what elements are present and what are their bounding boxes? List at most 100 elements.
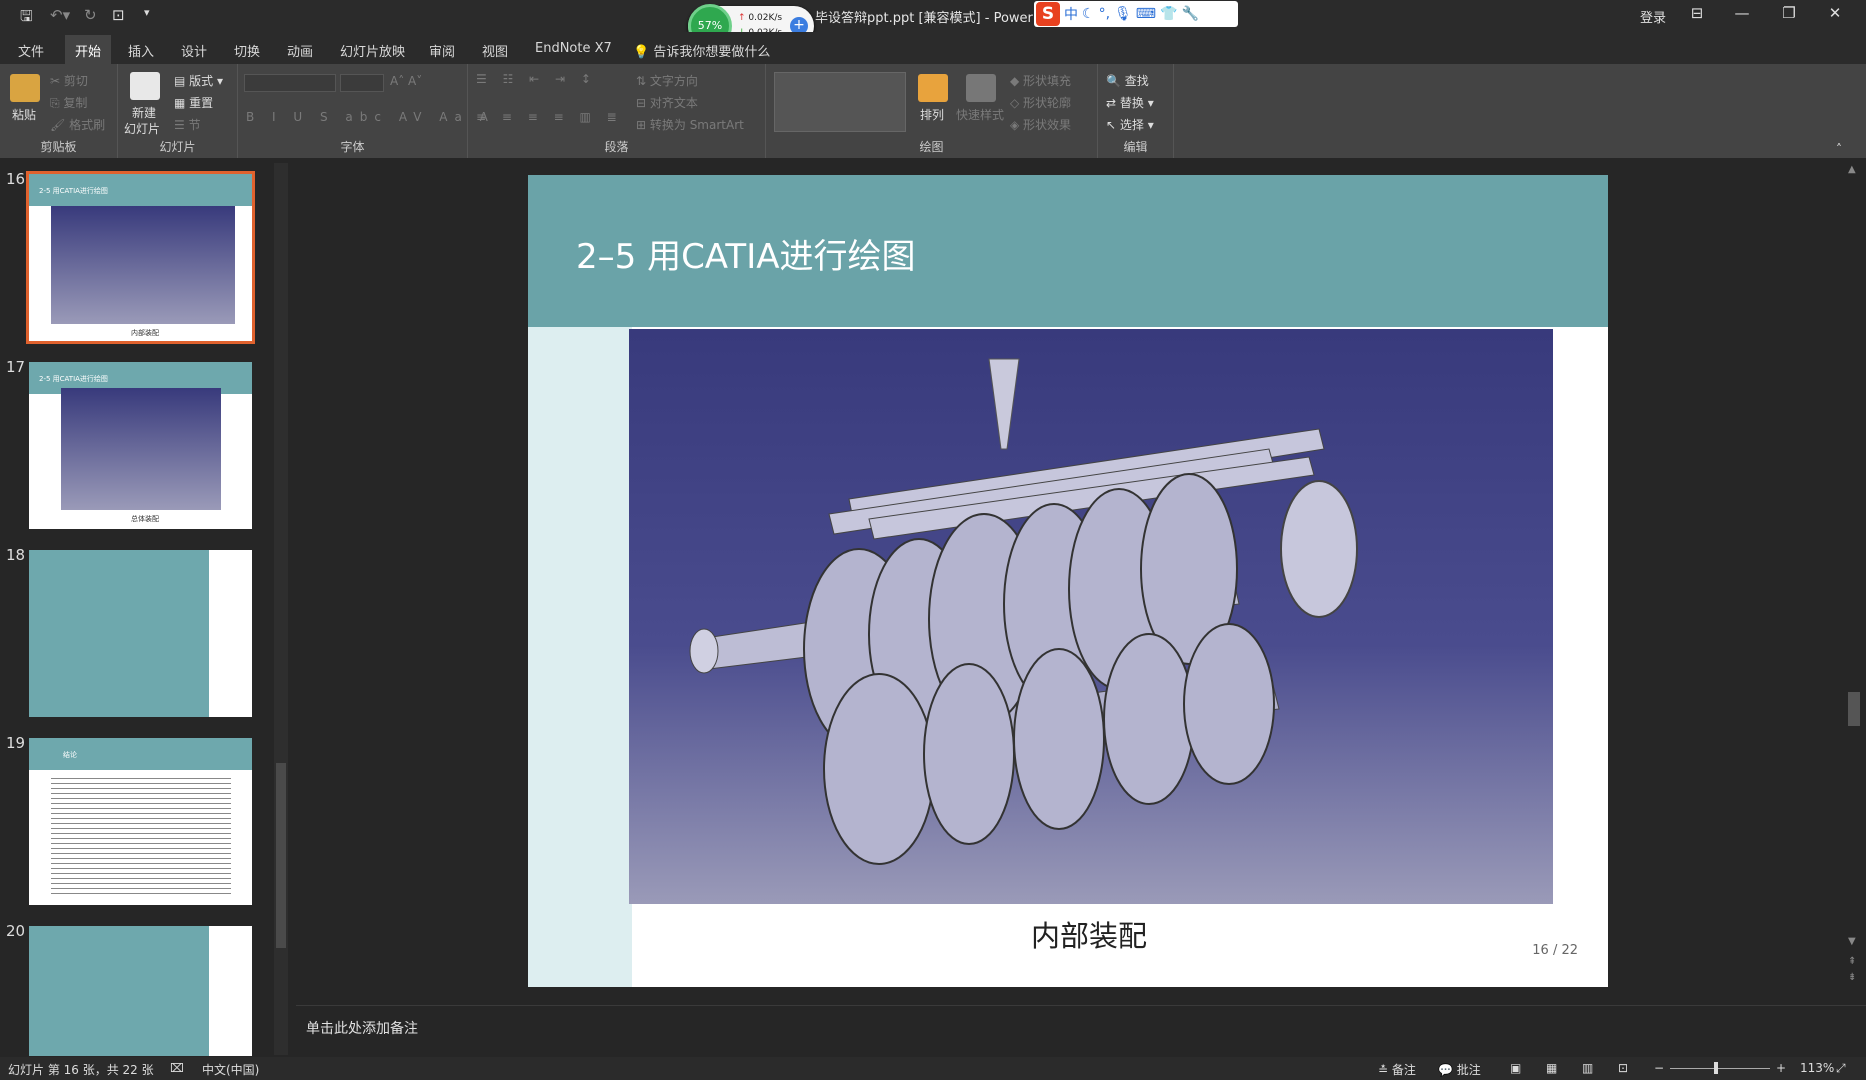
normal-view-icon[interactable]: ▣ — [1510, 1061, 1521, 1075]
thumbnail-slide-17[interactable]: 2-5 用CATIA进行绘图 总体装配 — [29, 362, 252, 529]
quick-styles-icon[interactable] — [966, 74, 996, 102]
comments-toggle-button[interactable]: 💬 批注 — [1438, 1061, 1481, 1078]
thumb-image — [61, 388, 221, 510]
redo-icon[interactable]: ↻ — [84, 6, 97, 24]
tab-animations[interactable]: 动画 — [287, 41, 313, 60]
slide-caption[interactable]: 内部装配 — [528, 913, 1608, 955]
align-text-button[interactable]: ⊟ 对齐文本 — [636, 94, 698, 111]
slide-scrollbar[interactable]: ▲ ▼ ⇞ ⇟ — [1844, 160, 1866, 994]
font-size-select[interactable] — [340, 74, 384, 92]
copy-button[interactable]: ⎘ 复制 — [50, 94, 87, 111]
ime-skin-icon[interactable]: 👕 — [1160, 6, 1177, 22]
cut-button[interactable]: ✂ 剪切 — [50, 72, 88, 89]
scroll-up-icon[interactable]: ▲ — [1848, 164, 1856, 175]
restore-icon[interactable]: ❐ — [1774, 4, 1804, 22]
language-status[interactable]: 中文(中国) — [202, 1061, 259, 1078]
ime-tools-icon[interactable]: 🔧 — [1181, 6, 1198, 22]
tab-home[interactable]: 开始 — [65, 35, 112, 64]
ime-mode-label[interactable]: 中 — [1064, 4, 1078, 24]
arrange-button[interactable]: 排列 — [920, 106, 944, 123]
notes-pane[interactable]: 单击此处添加备注 — [296, 1005, 1866, 1057]
close-icon[interactable]: ✕ — [1820, 4, 1850, 22]
scrollbar-thumb[interactable] — [1848, 692, 1860, 726]
paste-button[interactable]: 粘贴 — [12, 106, 36, 123]
reading-view-icon[interactable]: ▥ — [1582, 1061, 1593, 1075]
font-grow-shrink-icon[interactable]: A˄ A˅ — [390, 74, 422, 88]
next-slide-icon[interactable]: ⇟ — [1848, 972, 1856, 983]
ime-halfwidth-icon[interactable]: ☾ — [1082, 6, 1095, 22]
previous-slide-icon[interactable]: ⇞ — [1848, 956, 1856, 967]
thumbnail-slide-20[interactable] — [29, 926, 252, 1056]
format-painter-button[interactable]: 🖌 格式刷 — [50, 116, 105, 133]
status-bar: 幻灯片 第 16 张，共 22 张 ⌧ 中文(中国) ≛ 备注 💬 批注 ▣ ▦… — [0, 1057, 1866, 1080]
select-button[interactable]: ↖ 选择 ▾ — [1106, 116, 1154, 133]
replace-button[interactable]: ⇄ 替换 ▾ — [1106, 94, 1154, 111]
layout-button[interactable]: ▤ 版式 ▾ — [174, 72, 223, 89]
align-buttons[interactable]: ≡ ≡ ≡ ≡ ▥ ≣ — [476, 110, 623, 124]
list-buttons[interactable]: ☰ ☷ ⇤ ⇥ ↕ — [476, 72, 597, 86]
sogou-logo-icon[interactable]: S — [1036, 2, 1060, 26]
quick-styles-button[interactable]: 快速样式 — [956, 106, 1004, 123]
fit-to-window-icon[interactable]: ⤢ — [1836, 1061, 1846, 1076]
slide-sorter-view-icon[interactable]: ▦ — [1546, 1061, 1557, 1075]
shape-fill-button[interactable]: ◆ 形状填充 — [1010, 72, 1071, 89]
thumb-number: 20 — [6, 922, 26, 940]
notes-toggle-button[interactable]: ≛ 备注 — [1378, 1061, 1416, 1078]
arrange-icon[interactable] — [918, 74, 948, 102]
zoom-slider-thumb[interactable] — [1714, 1062, 1718, 1074]
thumbnail-slide-19[interactable]: 结论 — [29, 738, 252, 905]
shape-outline-button[interactable]: ◇ 形状轮廓 — [1010, 94, 1071, 111]
section-button[interactable]: ☰ 节 — [174, 116, 201, 133]
minimize-icon[interactable]: — — [1727, 4, 1757, 22]
ribbon-display-icon[interactable]: ⊟ — [1682, 4, 1712, 22]
font-name-select[interactable] — [244, 74, 336, 92]
zoom-in-icon[interactable]: + — [1776, 1061, 1786, 1075]
paste-icon[interactable] — [10, 74, 40, 102]
scroll-down-icon[interactable]: ▼ — [1848, 936, 1856, 947]
new-slide-icon[interactable] — [130, 72, 160, 100]
ime-keyboard-icon[interactable]: ⌨ — [1136, 6, 1156, 22]
spellcheck-icon[interactable]: ⌧ — [170, 1061, 184, 1075]
shapes-gallery[interactable] — [774, 72, 906, 132]
save-icon[interactable]: 🖫 — [20, 6, 33, 31]
tab-design[interactable]: 设计 — [181, 41, 207, 60]
reset-button[interactable]: ▦ 重置 — [174, 94, 213, 111]
slide-left-band — [528, 327, 632, 987]
tab-review[interactable]: 审阅 — [429, 41, 455, 60]
login-link[interactable]: 登录 — [1640, 7, 1666, 26]
tab-transitions[interactable]: 切换 — [234, 41, 260, 60]
tell-me-search[interactable]: 💡 告诉我你想要做什么 — [633, 41, 770, 60]
find-button[interactable]: 🔍 查找 — [1106, 72, 1149, 89]
start-slideshow-icon[interactable]: ⊡ — [112, 6, 125, 24]
thumb-title: 结论 — [63, 751, 77, 759]
font-format-buttons[interactable]: B I U S abc AV Aa A — [246, 110, 495, 124]
tab-endnote[interactable]: EndNote X7 — [535, 41, 612, 56]
collapse-ribbon-icon[interactable]: ˄ — [1836, 142, 1842, 156]
ime-toolbar[interactable]: S 中 ☾ °, 🎙 ⌨ 👕 🔧 — [1034, 1, 1238, 27]
new-slide-button[interactable]: 新建 — [132, 104, 156, 121]
tab-insert[interactable]: 插入 — [128, 41, 154, 60]
zoom-out-icon[interactable]: − — [1654, 1061, 1664, 1075]
thumbnails-scrollbar[interactable] — [274, 163, 288, 1055]
customize-qat-icon[interactable]: ▾ — [144, 6, 150, 19]
zoom-level[interactable]: 113% — [1800, 1061, 1834, 1075]
tab-view[interactable]: 视图 — [482, 41, 508, 60]
gearbox-render-image[interactable] — [629, 329, 1553, 904]
tab-file[interactable]: 文件 — [18, 41, 44, 60]
thumbnail-slide-16[interactable]: 2-5 用CATIA进行绘图 内部装配 — [26, 171, 255, 344]
ime-voice-icon[interactable]: 🎙 — [1114, 6, 1132, 22]
ime-punct-icon[interactable]: °, — [1099, 6, 1110, 22]
undo-icon[interactable]: ↶▾ — [50, 6, 70, 24]
notes-placeholder[interactable]: 单击此处添加备注 — [306, 1018, 418, 1038]
zoom-slider[interactable] — [1670, 1068, 1770, 1069]
slideshow-view-icon[interactable]: ⊡ — [1618, 1061, 1628, 1075]
smartart-button[interactable]: ⊞ 转换为 SmartArt — [636, 116, 744, 133]
current-slide[interactable]: 2–5 用CATIA进行绘图 内部装配 16 / 22 — [528, 175, 1608, 987]
tab-slideshow[interactable]: 幻灯片放映 — [340, 41, 405, 60]
thumbnail-slide-18[interactable] — [29, 550, 252, 717]
shape-effect-button[interactable]: ◈ 形状效果 — [1010, 116, 1071, 133]
slide-title[interactable]: 2–5 用CATIA进行绘图 — [576, 229, 916, 278]
new-slide-dropdown[interactable]: 幻灯片 — [124, 120, 160, 137]
scrollbar-thumb[interactable] — [276, 763, 286, 948]
text-direction-button[interactable]: ⇅ 文字方向 — [636, 72, 698, 89]
